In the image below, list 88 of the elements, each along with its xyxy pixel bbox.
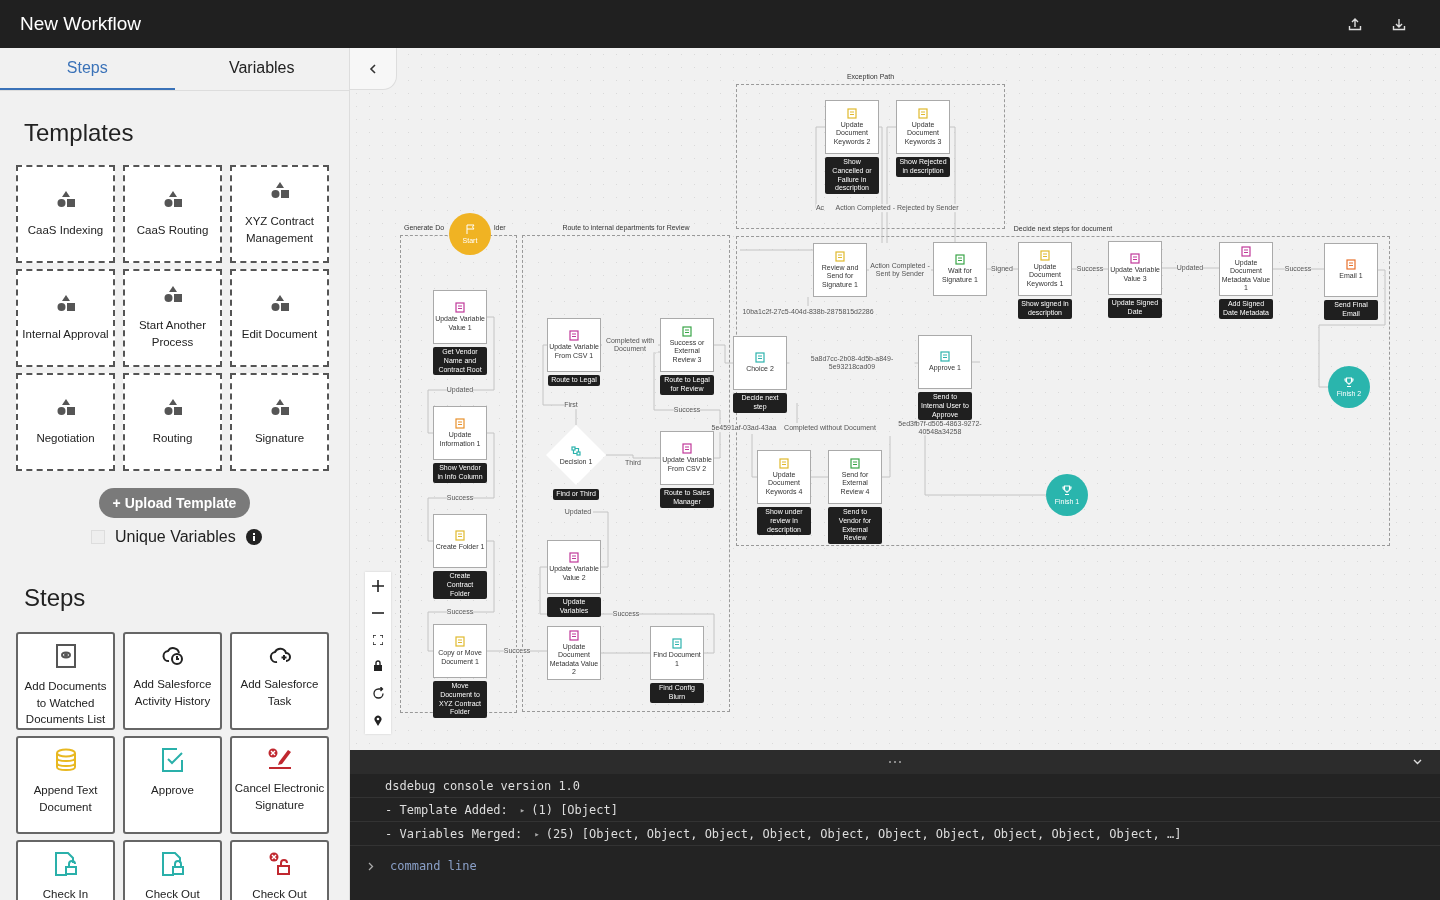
sidebar-tab[interactable]: Steps (0, 48, 175, 90)
template-card[interactable]: Signature (230, 373, 329, 471)
page-icon (955, 254, 965, 266)
console-text: - Variables Merged: (385, 826, 523, 841)
step-card[interactable]: Approve (123, 736, 222, 834)
checkbox-icon (161, 748, 184, 772)
page-icon (940, 351, 950, 363)
cancel-lock-icon (268, 852, 291, 876)
shapes-icon (269, 293, 290, 314)
document-unlock-icon (54, 852, 77, 876)
pin-icon[interactable] (374, 715, 382, 727)
prompt-icon (368, 861, 374, 871)
cancel-pen-icon (267, 748, 292, 770)
expand-toggle[interactable]: ▸ (534, 828, 540, 839)
eye-document-icon (55, 644, 76, 668)
page-icon (847, 108, 857, 120)
shapes-icon (55, 293, 76, 314)
page-icon (569, 552, 579, 564)
chevron-left-icon (369, 63, 377, 74)
step-card[interactable]: Add Documents to Watched Documents List (16, 632, 115, 730)
page-icon (779, 458, 789, 470)
template-card[interactable]: CaaS Indexing (16, 165, 115, 263)
page-icon (672, 638, 682, 650)
lock-icon[interactable] (373, 660, 383, 672)
download-icon[interactable] (1392, 17, 1406, 31)
branch-icon (571, 445, 581, 456)
upload-icon[interactable] (1348, 17, 1362, 31)
connector (881, 435, 891, 478)
page-icon (1241, 246, 1251, 258)
page-icon (1346, 259, 1356, 271)
database-icon (54, 748, 77, 772)
step-card[interactable]: Check Out (123, 840, 222, 900)
template-card[interactable]: Routing (123, 373, 222, 471)
step-card[interactable]: Append Text Document (16, 736, 115, 834)
template-card[interactable]: CaaS Routing (123, 165, 222, 263)
shapes-icon (162, 189, 183, 210)
page-icon (569, 630, 579, 642)
step-card[interactable]: Check In (16, 840, 115, 900)
sidebar-tab[interactable]: Variables (174, 48, 349, 90)
page-icon (755, 352, 765, 364)
shapes-icon (162, 397, 183, 418)
chevron-down-icon[interactable] (1413, 759, 1422, 765)
document-lock-icon (161, 852, 184, 876)
page-icon (850, 458, 860, 470)
drag-handle-icon[interactable] (888, 760, 902, 764)
step-card[interactable]: Add Salesforce Activity History (123, 632, 222, 730)
page-icon (455, 418, 465, 430)
console-value: (25) [Object, Object, Object, Object, Object, Object, Object, Object, Object, Object, …] (545, 826, 1182, 841)
step-card[interactable]: Cancel Electronic Signature (230, 736, 329, 834)
trophy-icon (1344, 377, 1354, 387)
step-card[interactable]: Add Salesforce Task (230, 632, 329, 730)
console-text: - Template Added: (385, 802, 508, 817)
command-input[interactable]: command line (388, 858, 692, 874)
page-icon (918, 108, 928, 120)
zoom-in-icon[interactable] (372, 579, 384, 592)
page-icon (682, 326, 692, 338)
info-icon[interactable] (245, 529, 262, 545)
page-icon (455, 636, 465, 648)
section-heading: Templates (24, 119, 135, 147)
connector (751, 433, 758, 478)
page-icon (569, 330, 579, 342)
upload-template-button[interactable]: + Upload Template (98, 488, 251, 518)
checkbox-label: Unique Variables (115, 528, 236, 546)
app-title: New Workflow (20, 13, 142, 35)
template-card[interactable]: Start Another Process (123, 269, 222, 367)
template-card[interactable]: Edit Document (230, 269, 329, 367)
rotate-icon[interactable] (371, 686, 385, 700)
template-card[interactable]: Internal Approval (16, 269, 115, 367)
console-value: (1) [Object] (531, 802, 618, 817)
template-card[interactable]: XYZ Contract Management (230, 165, 329, 263)
page-icon (835, 251, 845, 263)
console-text: dsdebug console version 1.0 (385, 778, 581, 793)
page-icon (1040, 250, 1050, 262)
shapes-icon (55, 397, 76, 418)
step-card[interactable]: Check Out (230, 840, 329, 900)
page-icon (455, 302, 465, 314)
section-heading: Steps (24, 584, 87, 612)
fit-view-icon[interactable] (373, 634, 383, 645)
page-icon (682, 443, 692, 455)
page-icon (455, 530, 465, 542)
shapes-icon (269, 397, 290, 418)
template-card[interactable]: Negotiation (16, 373, 115, 471)
flag-icon (465, 224, 475, 234)
shapes-icon (55, 189, 76, 210)
expand-toggle[interactable]: ▸ (519, 804, 526, 815)
page-icon (1130, 253, 1140, 265)
cloud-clock-icon (161, 644, 184, 666)
trophy-icon (1062, 485, 1072, 495)
